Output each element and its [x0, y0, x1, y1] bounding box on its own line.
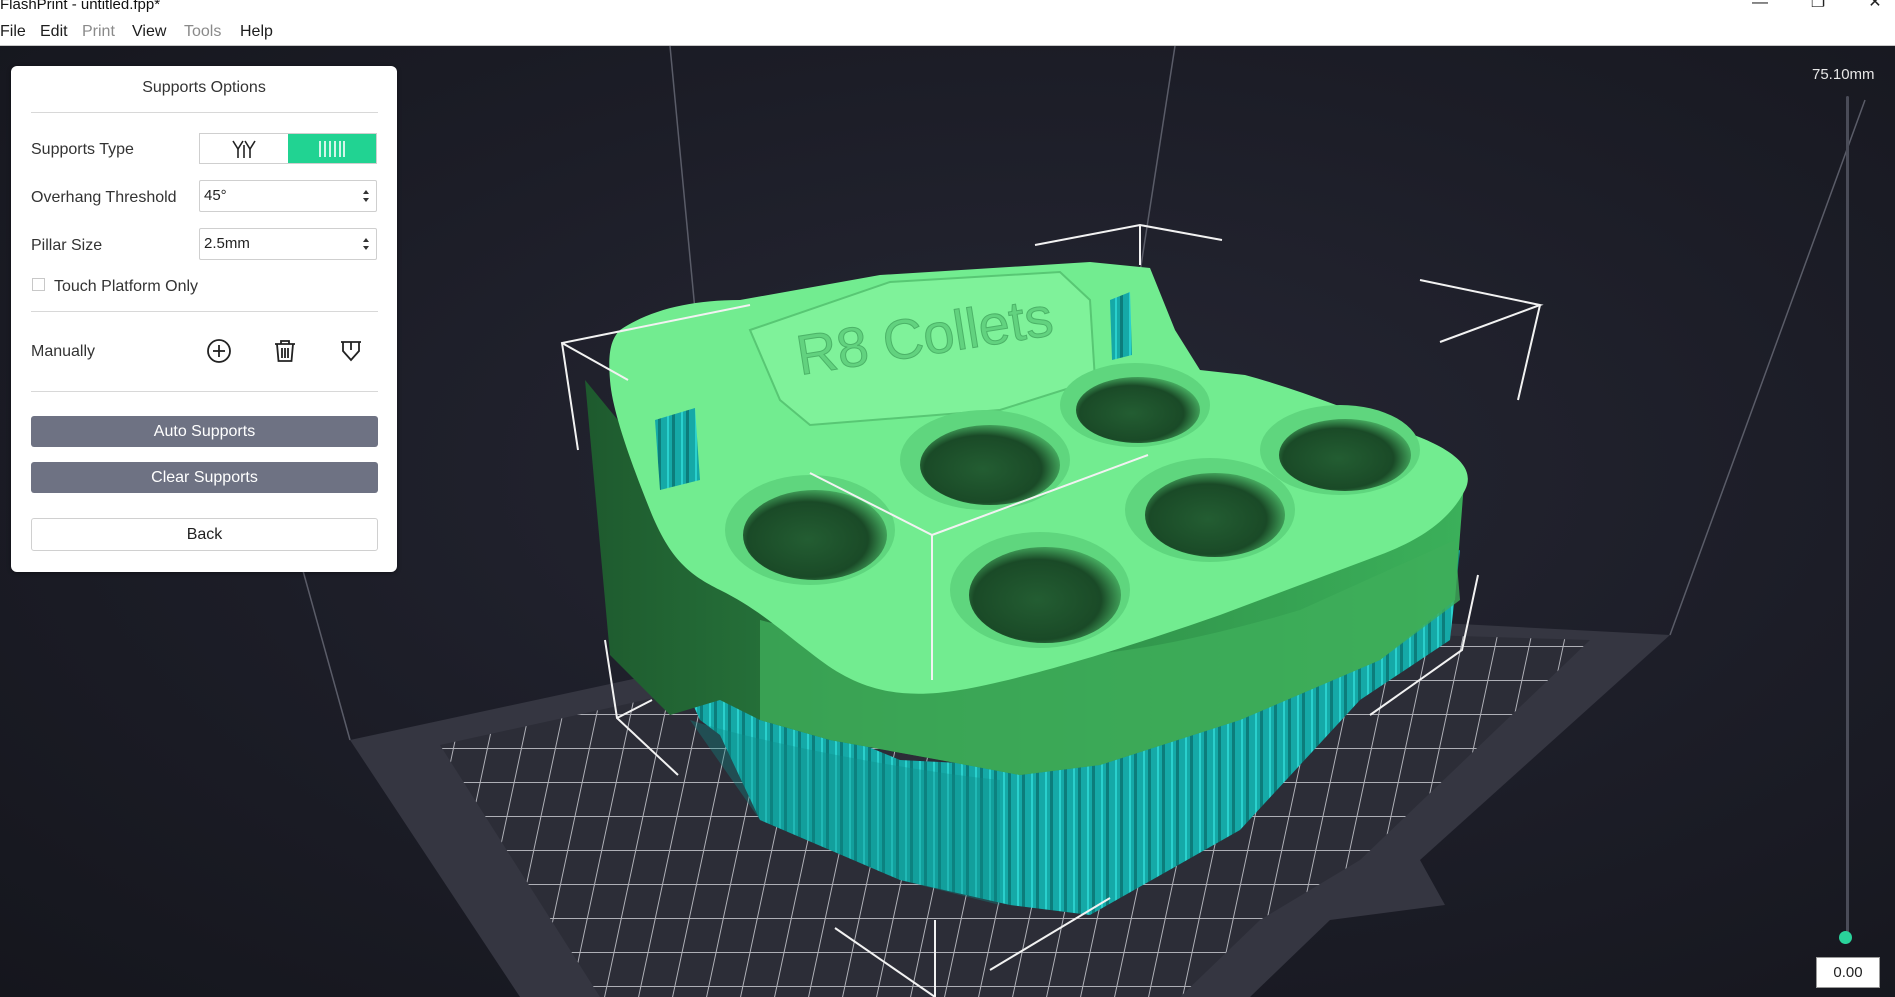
close-icon[interactable]: ✕: [1860, 0, 1890, 11]
overhang-threshold-value: 45°: [204, 187, 227, 204]
linear-supports-icon: [319, 140, 345, 157]
auto-supports-button[interactable]: Auto Supports: [31, 416, 378, 447]
minimize-icon[interactable]: —: [1745, 0, 1775, 11]
tree-supports-option[interactable]: [200, 134, 288, 163]
clear-supports-button[interactable]: Clear Supports: [31, 462, 378, 493]
supports-type-toggle: [199, 133, 377, 164]
touch-platform-checkbox[interactable]: [32, 278, 45, 291]
spinner-arrows-icon: [363, 238, 369, 250]
overhang-threshold-label: Overhang Threshold: [31, 189, 177, 206]
restore-icon[interactable]: ❐: [1803, 0, 1833, 11]
window-title: FlashPrint - untitled.fpp*: [0, 0, 161, 13]
menu-print[interactable]: Print: [82, 18, 115, 45]
menu-bar: File Edit Print View Tools Help: [0, 18, 1895, 46]
z-slider-track[interactable]: [1846, 96, 1849, 936]
divider: [31, 112, 378, 113]
touch-platform-label: Touch Platform Only: [54, 278, 199, 295]
back-button[interactable]: Back: [31, 518, 378, 551]
menu-edit[interactable]: Edit: [40, 18, 68, 45]
delete-support-icon[interactable]: [272, 338, 298, 364]
slot-support-left: [655, 408, 700, 490]
overhang-threshold-select[interactable]: 45°: [199, 180, 377, 212]
divider: [31, 311, 378, 312]
menu-file[interactable]: File: [0, 18, 26, 45]
linear-supports-option[interactable]: [288, 134, 376, 163]
panel-title: Supports Options: [142, 79, 266, 96]
menu-view[interactable]: View: [132, 18, 166, 45]
edit-support-icon[interactable]: [338, 338, 364, 364]
spinner-arrows-icon: [363, 190, 369, 202]
pillar-size-label: Pillar Size: [31, 237, 103, 254]
tree-supports-icon: [232, 140, 256, 158]
pillar-size-select[interactable]: 2.5mm: [199, 228, 377, 260]
divider: [31, 391, 378, 392]
add-support-icon[interactable]: [206, 338, 232, 364]
menu-help[interactable]: Help: [240, 18, 273, 45]
menu-tools[interactable]: Tools: [184, 18, 221, 45]
supports-type-label: Supports Type: [31, 141, 134, 158]
manually-label: Manually: [31, 343, 96, 360]
supports-options-panel: Supports Options Supports Type Overhang …: [11, 66, 397, 572]
pillar-size-value: 2.5mm: [204, 235, 250, 252]
z-slider-handle[interactable]: [1839, 931, 1852, 944]
slot-support-right: [1110, 292, 1132, 360]
title-bar: FlashPrint - untitled.fpp* — ❐ ✕: [0, 0, 1895, 18]
z-value-input[interactable]: 0.00: [1816, 957, 1880, 988]
z-height-max-label: 75.10mm: [1812, 66, 1875, 83]
